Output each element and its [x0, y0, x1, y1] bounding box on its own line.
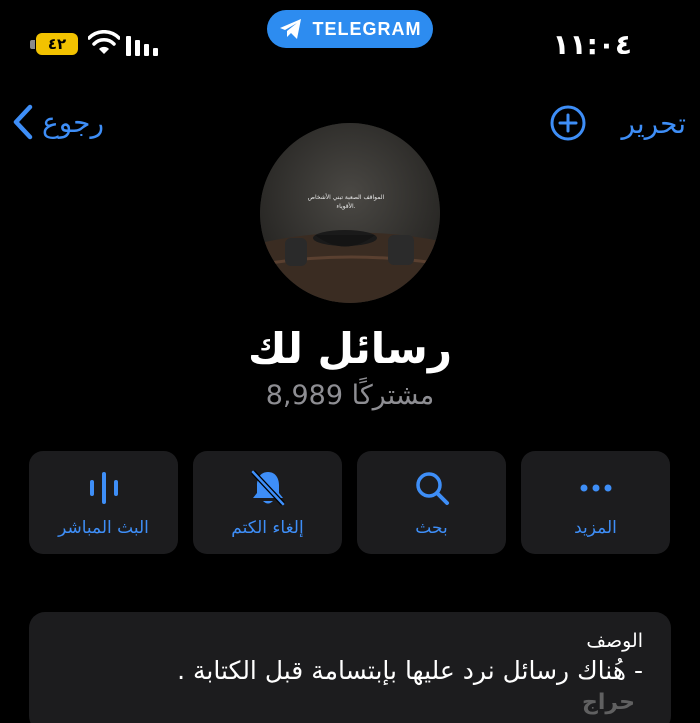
- status-bar: ٤٢ TELEGRAM ١١:٠٤: [0, 0, 700, 80]
- avatar-photo: [260, 123, 440, 303]
- battery-cap: [30, 40, 35, 49]
- battery-indicator: ٤٢: [36, 33, 78, 55]
- bell-slash-icon: [248, 468, 288, 508]
- more-button[interactable]: المزيد: [521, 451, 670, 554]
- unmute-button[interactable]: إلغاء الكتم: [193, 451, 342, 554]
- watermark-logo: حراج: [582, 690, 635, 715]
- live-stream-button[interactable]: البث المباشر: [29, 451, 178, 554]
- clock: ١١:٠٤: [552, 28, 632, 61]
- search-icon: [412, 468, 452, 508]
- add-circle-icon[interactable]: [549, 104, 587, 142]
- unmute-label: إلغاء الكتم: [231, 517, 304, 538]
- nav-right-group: تحرير: [549, 104, 686, 142]
- channel-name: رسائل لك: [247, 324, 452, 373]
- telegram-icon: [279, 19, 301, 39]
- back-button[interactable]: رجوع: [12, 104, 104, 140]
- more-label: المزيد: [574, 517, 617, 538]
- description-card: الوصف - هُناك رسائل نرد عليها بإبتسامة ق…: [29, 612, 671, 723]
- search-label: بحث: [415, 517, 448, 538]
- live-stream-icon: [84, 468, 124, 508]
- app-pill-label: TELEGRAM: [312, 18, 422, 39]
- avatar-caption: المواقف الصعبة تبني الأشخاص الأقوياء.: [307, 194, 385, 210]
- cellular-signal-icon: [126, 34, 160, 56]
- live-stream-label: البث المباشر: [58, 517, 149, 538]
- description-text: - هُناك رسائل نرد عليها بإبتسامة قبل الك…: [177, 656, 643, 685]
- chevron-left-icon: [13, 104, 33, 140]
- more-icon: [576, 468, 616, 508]
- channel-avatar[interactable]: المواقف الصعبة تبني الأشخاص الأقوياء.: [260, 123, 440, 303]
- subscriber-count: 8,989 مشتركًا: [265, 380, 435, 411]
- edit-button[interactable]: تحرير: [621, 107, 686, 140]
- telegram-app-pill[interactable]: TELEGRAM: [267, 10, 433, 48]
- action-buttons: البث المباشر إلغاء الكتم بحث المزيد: [29, 451, 671, 554]
- description-title: الوصف: [586, 630, 643, 652]
- back-label: رجوع: [42, 105, 105, 139]
- search-button[interactable]: بحث: [357, 451, 506, 554]
- wifi-icon: [88, 30, 120, 54]
